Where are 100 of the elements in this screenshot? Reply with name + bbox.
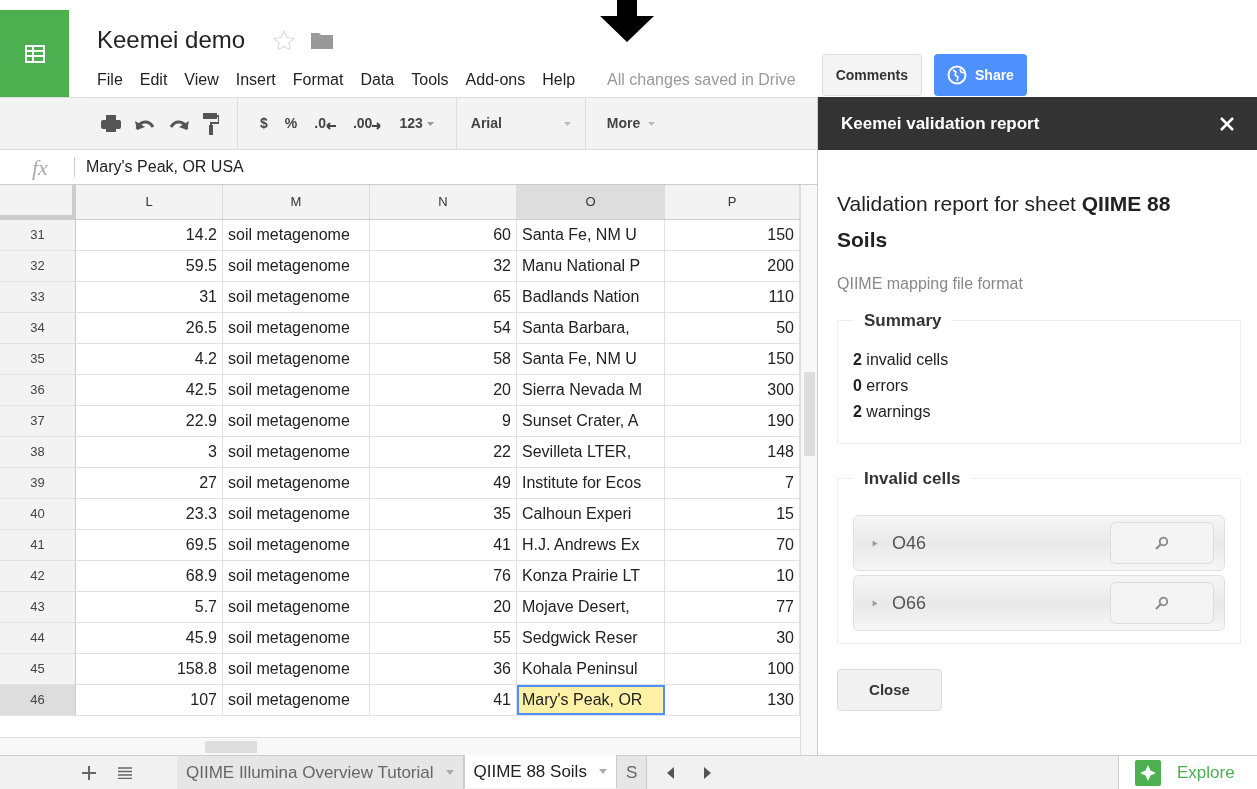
table-cell[interactable]: soil metagenome <box>223 220 370 250</box>
row-header[interactable]: 40 <box>0 499 76 529</box>
decrease-decimals-button[interactable]: .0 <box>314 113 336 134</box>
folder-icon[interactable] <box>311 31 334 49</box>
table-cell[interactable]: soil metagenome <box>223 282 370 312</box>
currency-format-button[interactable]: $ <box>260 113 268 134</box>
row-header[interactable]: 42 <box>0 561 76 591</box>
menu-item[interactable]: Add-ons <box>465 68 526 92</box>
invalid-cell-row[interactable]: O66 <box>853 575 1225 631</box>
row-header[interactable]: 44 <box>0 623 76 653</box>
vertical-scrollbar[interactable] <box>800 185 817 755</box>
table-cell[interactable]: Institute for Ecos <box>517 468 665 498</box>
table-cell[interactable]: Santa Barbara, <box>517 313 665 343</box>
table-cell[interactable]: soil metagenome <box>223 375 370 405</box>
table-cell[interactable]: 23.3 <box>76 499 223 529</box>
row-header[interactable]: 37 <box>0 406 76 436</box>
column-header[interactable]: M <box>223 185 370 219</box>
table-cell[interactable]: 20 <box>370 375 517 405</box>
table-cell[interactable]: 42.5 <box>76 375 223 405</box>
table-cell[interactable]: soil metagenome <box>223 251 370 281</box>
table-cell[interactable]: 4.2 <box>76 344 223 374</box>
table-cell[interactable]: Santa Fe, NM U <box>517 220 665 250</box>
table-cell[interactable]: 59.5 <box>76 251 223 281</box>
formula-input[interactable]: Mary's Peak, OR USA <box>86 155 244 179</box>
table-cell[interactable]: 32 <box>370 251 517 281</box>
sheet-tab[interactable]: S <box>616 756 648 789</box>
table-cell[interactable]: 76 <box>370 561 517 591</box>
star-icon[interactable] <box>273 30 296 50</box>
table-cell[interactable]: Kohala Peninsul <box>517 654 665 684</box>
row-header[interactable]: 38 <box>0 437 76 467</box>
table-cell[interactable]: 54 <box>370 313 517 343</box>
table-cell[interactable]: 22.9 <box>76 406 223 436</box>
row-header[interactable]: 31 <box>0 220 76 250</box>
row-header[interactable]: 41 <box>0 530 76 560</box>
table-cell[interactable]: soil metagenome <box>223 654 370 684</box>
table-cell[interactable]: soil metagenome <box>223 406 370 436</box>
table-cell[interactable]: soil metagenome <box>223 685 370 715</box>
table-cell[interactable]: Sierra Nevada M <box>517 375 665 405</box>
table-cell[interactable]: Santa Fe, NM U <box>517 344 665 374</box>
horizontal-scrollbar[interactable] <box>0 737 800 755</box>
font-dropdown[interactable]: Arial <box>456 98 586 149</box>
table-cell[interactable]: soil metagenome <box>223 561 370 591</box>
number-format-dropdown[interactable]: 123 <box>399 113 434 134</box>
table-cell[interactable]: soil metagenome <box>223 313 370 343</box>
increase-decimals-button[interactable]: .00 <box>352 113 383 134</box>
expand-caret-icon[interactable] <box>872 538 878 548</box>
print-icon[interactable] <box>101 114 121 133</box>
table-cell[interactable]: soil metagenome <box>223 344 370 374</box>
sheets-logo-icon[interactable] <box>0 10 69 97</box>
menu-item[interactable]: Edit <box>139 68 168 92</box>
menu-icon[interactable] <box>118 766 132 779</box>
table-cell[interactable]: 14.2 <box>76 220 223 250</box>
table-cell[interactable]: 41 <box>370 530 517 560</box>
table-cell[interactable]: Sunset Crater, A <box>517 406 665 436</box>
table-cell[interactable]: 107 <box>76 685 223 715</box>
table-cell[interactable]: 60 <box>370 220 517 250</box>
sheet-tab[interactable]: QIIME Illumina Overview Tutorial <box>177 756 464 789</box>
row-header[interactable]: 46 <box>0 685 76 715</box>
close-icon[interactable] <box>1220 116 1234 131</box>
table-cell[interactable]: Calhoun Experi <box>517 499 665 529</box>
table-cell[interactable]: 69.5 <box>76 530 223 560</box>
comments-button[interactable]: Comments <box>821 54 922 96</box>
row-header[interactable]: 39 <box>0 468 76 498</box>
add-sheet-icon[interactable] <box>82 765 96 780</box>
table-cell[interactable]: 58 <box>370 344 517 374</box>
scroll-right-icon[interactable] <box>704 766 712 779</box>
table-cell[interactable]: 65 <box>370 282 517 312</box>
table-cell[interactable]: Sevilleta LTER, <box>517 437 665 467</box>
scrollbar-thumb[interactable] <box>205 741 257 753</box>
table-cell[interactable]: 20 <box>370 592 517 622</box>
scroll-left-icon[interactable] <box>667 766 675 779</box>
table-cell[interactable]: 5.7 <box>76 592 223 622</box>
table-cell[interactable]: 31 <box>76 282 223 312</box>
sheet-tab[interactable]: QIIME 88 Soils <box>463 755 617 788</box>
percent-format-button[interactable]: % <box>284 113 298 134</box>
table-cell[interactable]: soil metagenome <box>223 437 370 467</box>
table-cell[interactable]: 68.9 <box>76 561 223 591</box>
menu-item[interactable]: Help <box>542 68 576 92</box>
document-title[interactable]: Keemei demo <box>97 26 246 54</box>
table-cell[interactable]: Sedgwick Reser <box>517 623 665 653</box>
table-cell[interactable]: Badlands Nation <box>517 282 665 312</box>
table-cell[interactable]: Manu National P <box>517 251 665 281</box>
table-cell[interactable]: soil metagenome <box>223 530 370 560</box>
table-cell[interactable]: soil metagenome <box>223 468 370 498</box>
menu-item[interactable]: Format <box>292 68 344 92</box>
row-header[interactable]: 34 <box>0 313 76 343</box>
table-cell[interactable]: 26.5 <box>76 313 223 343</box>
table-cell[interactable]: 45.9 <box>76 623 223 653</box>
row-header[interactable]: 45 <box>0 654 76 684</box>
invalid-cell-row[interactable]: O46 <box>853 515 1225 571</box>
table-cell[interactable]: soil metagenome <box>223 499 370 529</box>
table-cell[interactable]: soil metagenome <box>223 623 370 653</box>
table-cell[interactable]: 36 <box>370 654 517 684</box>
table-cell[interactable]: 35 <box>370 499 517 529</box>
close-button[interactable]: Close <box>837 669 942 711</box>
row-header[interactable]: 33 <box>0 282 76 312</box>
column-header[interactable]: L <box>76 185 223 219</box>
table-cell[interactable]: H.J. Andrews Ex <box>517 530 665 560</box>
row-header[interactable]: 32 <box>0 251 76 281</box>
table-cell[interactable]: 27 <box>76 468 223 498</box>
